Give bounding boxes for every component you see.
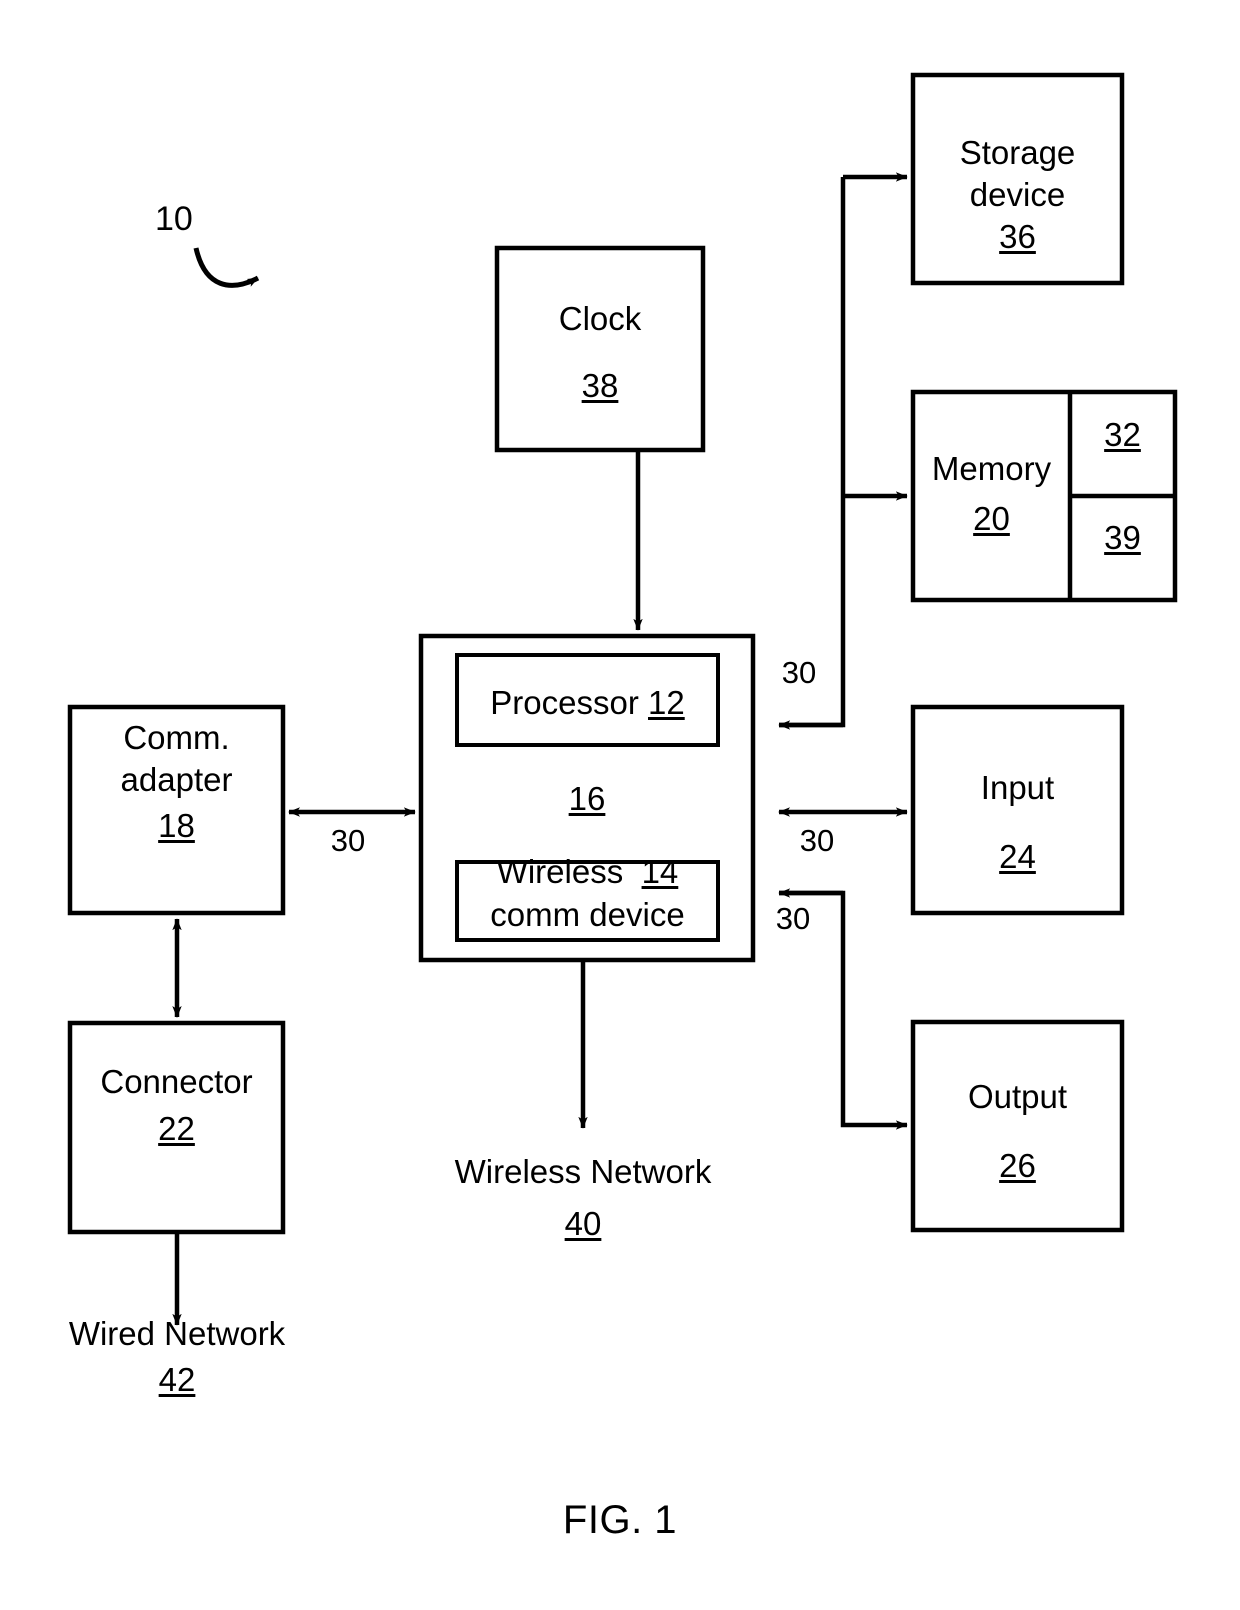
system-unit-box-outline <box>418 633 756 963</box>
wired-network-title: Wired Network <box>68 1315 286 1352</box>
input-box-outline <box>910 704 1125 916</box>
memory-cell-top-ref: 32 <box>1104 416 1141 453</box>
wireless-comm-device-box-outline <box>455 860 720 942</box>
processor-box-outline <box>455 653 720 747</box>
comm-adapter-bus-label: 30 <box>330 823 366 858</box>
system-callout-number: 10 <box>155 200 193 238</box>
output-bus-label: 30 <box>775 901 811 936</box>
storage-memory-bus-label: 30 <box>781 655 817 690</box>
wireless-network-title: Wireless Network <box>454 1153 712 1190</box>
storage-memory-bus-trunk <box>779 177 846 728</box>
system-callout-leader <box>193 247 260 288</box>
output-box-outline <box>910 1019 1125 1233</box>
wireless-network-ref: 40 <box>564 1205 602 1242</box>
patent-figure-1: 10 Clock 38 Storage device 36 Memory 20 … <box>0 0 1240 1610</box>
wired-network-ref: 42 <box>158 1361 196 1398</box>
input-bus-label: 30 <box>799 823 835 858</box>
connector-box-outline <box>67 1020 286 1235</box>
comm-adapter-box-outline <box>67 704 286 916</box>
clock-box-outline <box>494 245 706 453</box>
storage-device-box-outline <box>910 72 1125 286</box>
memory-cell-bottom-ref: 39 <box>1104 519 1141 556</box>
figure-caption: FIG. 1 <box>562 1498 678 1542</box>
